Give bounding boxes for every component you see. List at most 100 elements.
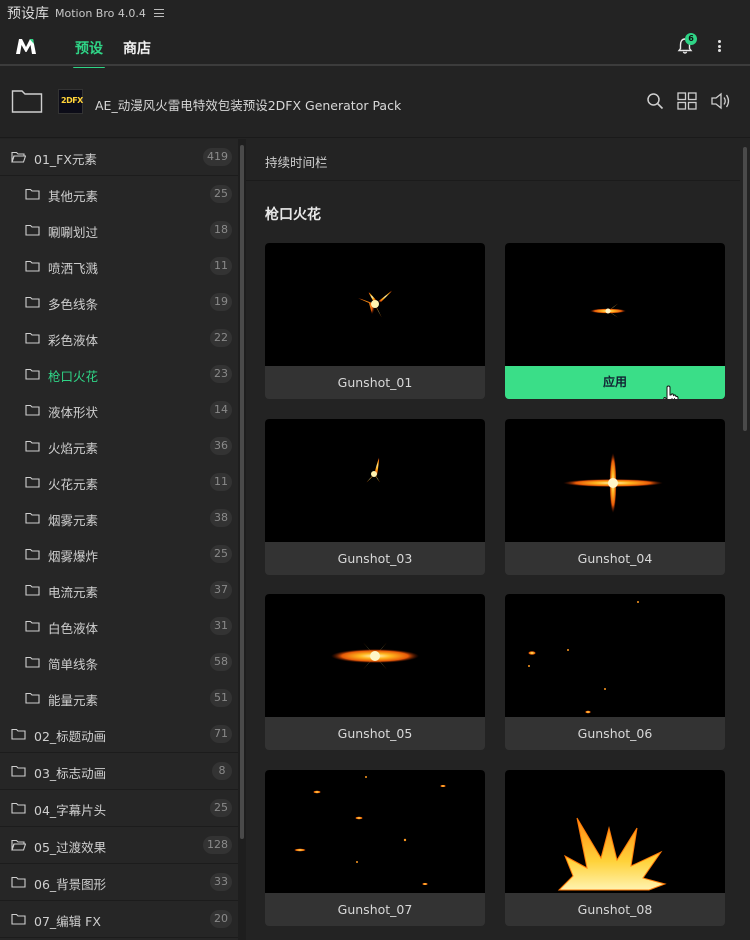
sidebar-item-label: 02_标题动画 [34, 729, 107, 744]
sidebar-subcategory[interactable]: 液体形状 14 [0, 392, 238, 428]
preset-grid-scrollbar-thumb[interactable] [743, 147, 747, 431]
sidebar-item-count: 25 [210, 185, 232, 203]
preset-name: Gunshot_03 [337, 551, 413, 566]
hamburger-menu-icon[interactable] [153, 9, 164, 17]
preset-name: Gunshot_05 [337, 726, 413, 741]
folder-icon [25, 692, 40, 704]
sidebar-subcategory[interactable]: 烟雾元素 38 [0, 500, 238, 536]
preset-card[interactable]: Gunshot_05 [265, 594, 485, 750]
preset-preview[interactable] [505, 419, 725, 542]
sidebar-item-count: 38 [210, 509, 232, 527]
sidebar-category[interactable]: 05_过渡效果 128 [0, 827, 238, 864]
sidebar-item-count: 58 [210, 653, 232, 671]
category-sidebar: 01_FX元素 419 其他元素 25 唰唰划过 18 喷洒飞溅 11 多色线条 19 彩色液体 22… [0, 139, 238, 940]
sidebar-subcategory[interactable]: 白色液体 31 [0, 608, 238, 644]
sidebar-item-label: 火花元素 [48, 477, 99, 492]
sidebar-item-count: 33 [210, 873, 232, 891]
folder-icon [25, 440, 40, 452]
sidebar-subcategory[interactable]: 多色线条 19 [0, 284, 238, 320]
preset-card[interactable]: 应用 [505, 243, 725, 399]
sidebar-subcategory[interactable]: 枪口火花 23 [0, 356, 238, 392]
tab-store[interactable]: 商店 [123, 38, 151, 58]
sidebar-scrollbar[interactable] [238, 139, 246, 940]
preset-card[interactable]: Gunshot_08 [505, 770, 725, 926]
sidebar-scrollbar-thumb[interactable] [240, 145, 244, 839]
sidebar-subcategory[interactable]: 烟雾爆炸 25 [0, 536, 238, 572]
sound-icon[interactable] [710, 92, 732, 110]
preset-preview[interactable] [265, 243, 485, 366]
pack-title: AE_动漫风火雷电特效包装预设2DFX Generator Pack [95, 98, 402, 113]
preset-card[interactable]: Gunshot_03 [265, 419, 485, 575]
preset-preview[interactable] [505, 770, 725, 893]
sidebar-item-label: 01_FX元素 [34, 152, 97, 167]
preset-card[interactable]: Gunshot_04 [505, 419, 725, 575]
sidebar-subcategory[interactable]: 简单线条 58 [0, 644, 238, 680]
sidebar-subcategory[interactable]: 火焰元素 36 [0, 428, 238, 464]
sidebar-item-count: 71 [210, 725, 232, 743]
sidebar-category[interactable]: 06_背景图形 33 [0, 864, 238, 901]
sidebar-item-count: 14 [210, 401, 232, 419]
sidebar-category[interactable]: 03_标志动画 8 [0, 753, 238, 790]
sidebar-subcategory[interactable]: 喷洒飞溅 11 [0, 248, 238, 284]
sidebar-category[interactable]: 01_FX元素 419 [0, 139, 238, 176]
search-icon[interactable] [646, 92, 664, 110]
duration-bar[interactable]: 持续时间栏 [246, 139, 740, 181]
sidebar-item-count: 22 [210, 329, 232, 347]
preset-card[interactable]: Gunshot_06 [505, 594, 725, 750]
sidebar-item-label: 多色线条 [48, 297, 99, 312]
apply-button[interactable]: 应用 [505, 366, 725, 399]
sidebar-item-count: 31 [210, 617, 232, 635]
sidebar-item-label: 唰唰划过 [48, 225, 99, 240]
preset-preview[interactable] [505, 243, 725, 366]
folder-icon [25, 224, 40, 236]
sidebar-item-label: 04_字幕片头 [34, 803, 107, 818]
preset-card[interactable]: Gunshot_01 [265, 243, 485, 399]
sidebar-category[interactable]: 02_标题动画 71 [0, 716, 238, 753]
sidebar-item-count: 19 [210, 293, 232, 311]
sidebar-subcategory[interactable]: 火花元素 11 [0, 464, 238, 500]
folder-icon [25, 404, 40, 416]
preset-preview[interactable] [505, 594, 725, 717]
hand-cursor-icon [663, 385, 679, 399]
folder-icon [25, 584, 40, 596]
preset-name: Gunshot_01 [337, 375, 413, 390]
preset-preview[interactable] [265, 770, 485, 893]
sidebar-item-label: 彩色液体 [48, 333, 99, 348]
sidebar-subcategory[interactable]: 能量元素 51 [0, 680, 238, 716]
preset-preview[interactable] [265, 419, 485, 542]
preset-preview[interactable] [265, 594, 485, 717]
sidebar-subcategory[interactable]: 唰唰划过 18 [0, 212, 238, 248]
folder-icon [25, 368, 40, 380]
folder-icon [25, 332, 40, 344]
folder-browse-icon[interactable] [11, 88, 43, 114]
tab-presets[interactable]: 预设 [73, 38, 105, 70]
preset-grid-scrollbar[interactable] [740, 139, 750, 940]
sidebar-item-count: 11 [210, 473, 232, 491]
sidebar-category[interactable]: 04_字幕片头 25 [0, 790, 238, 827]
sidebar-item-count: 11 [210, 257, 232, 275]
preset-grid-panel: 持续时间栏 枪口火花 Gunshot_01 应用 Gunshot_03 Gunshot… [246, 139, 740, 940]
preset-card[interactable]: Gunshot_07 [265, 770, 485, 926]
folder-icon [11, 802, 26, 814]
section-title: 枪口火花 [265, 207, 321, 223]
folder-icon [25, 476, 40, 488]
sidebar-category[interactable]: 07_编辑 FX 20 [0, 901, 238, 938]
notification-count-badge: 6 [685, 33, 697, 45]
sidebar-item-count: 37 [210, 581, 232, 599]
folder-icon [25, 188, 40, 200]
sidebar-subcategory[interactable]: 彩色液体 22 [0, 320, 238, 356]
sidebar-item-label: 05_过渡效果 [34, 840, 107, 855]
sidebar-item-label: 03_标志动画 [34, 766, 107, 781]
sidebar-item-label: 其他元素 [48, 189, 99, 204]
preset-name: Gunshot_06 [577, 726, 653, 741]
folder-icon [25, 296, 40, 308]
window-title-bar: 预设库 Motion Bro 4.0.4 [0, 0, 750, 26]
sidebar-item-label: 电流元素 [48, 585, 99, 600]
folder-open-icon [11, 839, 26, 851]
tab-presets-label: 预设 [75, 41, 103, 57]
grid-view-icon[interactable] [677, 92, 697, 110]
sidebar-subcategory[interactable]: 其他元素 25 [0, 176, 238, 212]
folder-icon [25, 260, 40, 272]
more-options-icon[interactable] [716, 38, 722, 54]
sidebar-subcategory[interactable]: 电流元素 37 [0, 572, 238, 608]
